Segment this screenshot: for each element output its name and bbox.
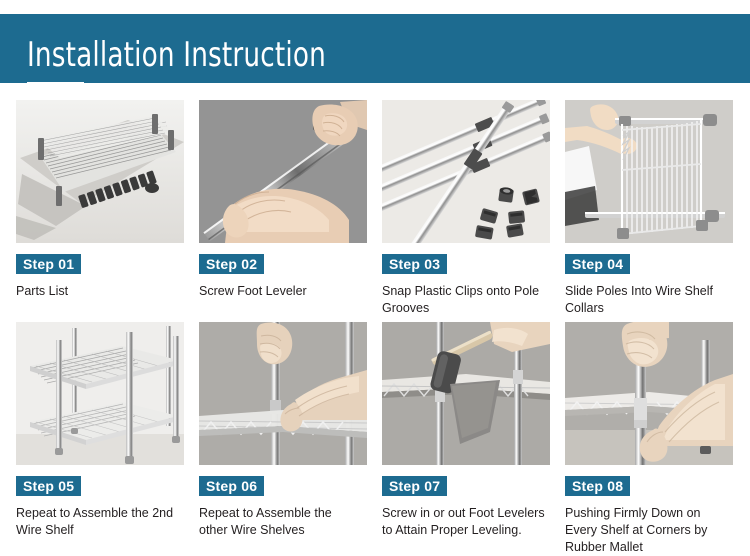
step-caption: Screw Foot Leveler [199,284,307,298]
step-badge: Step 07 [382,476,448,496]
step-caption: Repeat to Assemble the other Wire Shelve… [199,506,332,537]
step-caption: Snap Plastic Clips onto Pole Grooves [382,284,540,315]
step-card-4: Step 04 Slide Poles Into Wire Shelf Coll… [565,100,733,317]
step-card-5: Step 05 Repeat to Assemble the 2nd Wire … [16,322,184,556]
parts-list-photo [16,100,184,243]
other-wire-shelves-photo [199,322,367,465]
screw-foot-leveler-photo [199,100,367,243]
header-band: Installation Instruction [0,14,750,85]
page-title: Installation Instruction [27,35,326,75]
step-badge: Step 01 [16,254,82,274]
push-down-shelf-photo [565,322,733,465]
step-caption: Repeat to Assemble the 2nd Wire Shelf [16,506,174,537]
step-card-2: Step 02 Screw Foot Leveler [199,100,367,317]
snap-plastic-clips-photo [382,100,550,243]
step-card-6: Step 06 Repeat to Assemble the other Wir… [199,322,367,556]
slide-poles-photo [565,100,733,243]
step-card-3: Step 03 Snap Plastic Clips onto Pole Gro… [382,100,550,317]
step-badge: Step 05 [16,476,82,496]
step-badge: Step 03 [382,254,448,274]
step-caption: Slide Poles Into Wire Shelf Collars [565,284,713,315]
step-badge: Step 02 [199,254,265,274]
step-card-7: Step 07 Screw in or out Foot Levelers to… [382,322,550,556]
step-card-1: Step 01 Parts List [16,100,184,317]
steps-row-2: Step 05 Repeat to Assemble the 2nd Wire … [16,322,734,556]
title-underline-accent [27,82,84,85]
foot-leveler-adjust-photo [382,322,550,465]
step-card-8: Step 08 Pushing Firmly Down on Every She… [565,322,733,556]
step-badge: Step 06 [199,476,265,496]
step-caption: Pushing Firmly Down on Every Shelf at Co… [565,506,708,554]
second-wire-shelf-photo [16,322,184,465]
step-caption: Screw in or out Foot Levelers to Attain … [382,506,545,537]
installation-instruction-page: Installation Instruction Step 01 Parts L… [0,0,750,556]
step-badge: Step 08 [565,476,631,496]
step-caption: Parts List [16,284,69,298]
steps-row-1: Step 01 Parts List Step 02 Screw Foot Le… [16,100,734,317]
step-badge: Step 04 [565,254,631,274]
